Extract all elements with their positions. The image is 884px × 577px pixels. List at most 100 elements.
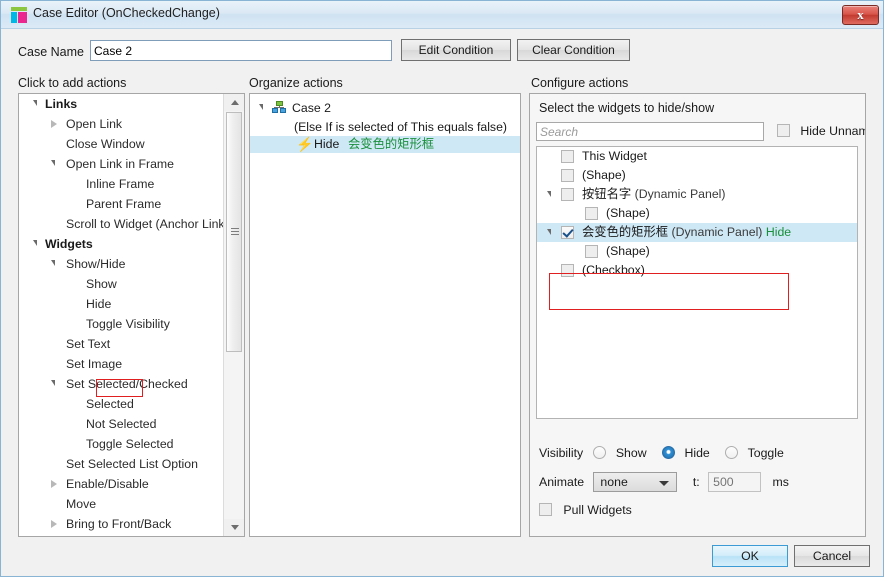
widget-row-label: (Shape) bbox=[606, 242, 650, 261]
widget-checkbox[interactable] bbox=[561, 188, 574, 201]
action-tree-item[interactable]: Widgets bbox=[19, 234, 223, 254]
clear-condition-button[interactable]: Clear Condition bbox=[517, 39, 630, 61]
organize-condition-text: (Else If is selected of This equals fals… bbox=[294, 120, 508, 134]
chevron-expanded-icon[interactable] bbox=[547, 191, 551, 197]
widget-tree-row[interactable]: (Checkbox) bbox=[537, 261, 857, 280]
widget-name: (Shape) bbox=[606, 244, 650, 258]
visibility-radio-hide[interactable] bbox=[662, 446, 676, 460]
duration-input[interactable] bbox=[708, 472, 762, 492]
visibility-radio-show[interactable] bbox=[593, 446, 607, 460]
actions-column-heading: Click to add actions bbox=[18, 76, 127, 90]
action-tree-item[interactable]: Enable/Disable bbox=[19, 474, 223, 494]
scroll-down-button[interactable] bbox=[224, 519, 244, 536]
widget-checkbox[interactable] bbox=[561, 226, 574, 239]
animate-label: Animate bbox=[539, 475, 585, 489]
widget-type: (Dynamic Panel) bbox=[634, 187, 726, 201]
sitemap-icon bbox=[272, 101, 286, 113]
widget-row-label: (Checkbox) bbox=[582, 261, 645, 280]
action-tree-item[interactable]: Not Selected bbox=[19, 414, 223, 434]
widget-tree-list[interactable]: This Widget (Shape) 按钮名字 (Dynamic Panel) (S… bbox=[536, 146, 858, 419]
action-tree-item[interactable]: Scroll to Widget (Anchor Link) bbox=[19, 214, 223, 234]
action-tree-item-label: Bring to Front/Back bbox=[66, 517, 172, 531]
widget-tree-row[interactable]: 按钮名字 (Dynamic Panel) bbox=[537, 185, 857, 204]
action-tree-item-label: Not Selected bbox=[86, 417, 157, 431]
scroll-up-button[interactable] bbox=[224, 94, 244, 111]
action-tree-item[interactable]: Inline Frame bbox=[19, 174, 223, 194]
widget-name: This Widget bbox=[582, 149, 647, 163]
chevron-expanded-icon[interactable] bbox=[33, 100, 37, 106]
action-tree-item[interactable]: Open Link bbox=[19, 114, 223, 134]
widget-type: (Dynamic Panel) bbox=[671, 225, 763, 239]
widget-checkbox[interactable] bbox=[585, 245, 598, 258]
case-name-label: Case Name bbox=[18, 45, 84, 59]
visibility-radio-toggle[interactable] bbox=[725, 446, 739, 460]
action-tree-item-label: Inline Frame bbox=[86, 177, 155, 191]
widget-tree-row[interactable]: (Shape) bbox=[537, 204, 857, 223]
visibility-option-hide-label: Hide bbox=[684, 445, 710, 460]
action-tree-scrollbar[interactable] bbox=[223, 94, 244, 536]
chevron-expanded-icon[interactable] bbox=[33, 240, 37, 246]
widget-row-label: 按钮名字 (Dynamic Panel) bbox=[582, 185, 726, 204]
action-tree-item[interactable]: Toggle Selected bbox=[19, 434, 223, 454]
pull-widgets-checkbox[interactable]: Pull Widgets bbox=[539, 502, 632, 517]
chevron-expanded-icon[interactable] bbox=[51, 160, 55, 166]
action-tree-item[interactable]: Set Selected List Option bbox=[19, 454, 223, 474]
ok-button[interactable]: OK bbox=[712, 545, 788, 567]
widget-tree-row[interactable]: (Shape) bbox=[537, 166, 857, 185]
action-tree-item[interactable]: Set Image bbox=[19, 354, 223, 374]
action-tree-item[interactable]: Close Window bbox=[19, 134, 223, 154]
case-name-input[interactable] bbox=[90, 40, 392, 61]
action-tree-item[interactable]: Open Link in Frame bbox=[19, 154, 223, 174]
action-tree-item[interactable]: Parent Frame bbox=[19, 194, 223, 214]
chevron-collapsed-icon[interactable] bbox=[51, 120, 57, 128]
action-tree-item[interactable]: Selected bbox=[19, 394, 223, 414]
hide-unnamed-checkbox-box[interactable] bbox=[777, 124, 790, 138]
chevron-expanded-icon[interactable] bbox=[51, 380, 55, 386]
action-tree-item[interactable]: Links bbox=[19, 94, 223, 114]
action-tree-item[interactable]: Set Selected/Checked bbox=[19, 374, 223, 394]
widget-tree-row[interactable]: (Shape) bbox=[537, 242, 857, 261]
widget-name: 按钮名字 bbox=[582, 187, 632, 201]
organize-action-row[interactable]: ⚡ Hide 会变色的矩形框 bbox=[250, 136, 520, 153]
action-tree-item[interactable]: Show bbox=[19, 274, 223, 294]
action-tree-item[interactable]: Set Text bbox=[19, 334, 223, 354]
chevron-expanded-icon[interactable] bbox=[51, 260, 55, 266]
chevron-collapsed-icon[interactable] bbox=[51, 520, 57, 528]
action-tree-item[interactable]: Hide bbox=[19, 294, 223, 314]
widget-checkbox[interactable] bbox=[561, 169, 574, 182]
action-tree-item[interactable]: Toggle Visibility bbox=[19, 314, 223, 334]
search-input[interactable] bbox=[536, 122, 764, 141]
cancel-button[interactable]: Cancel bbox=[794, 545, 870, 567]
window-title: Case Editor (OnCheckedChange) bbox=[33, 6, 220, 20]
widget-row-label: (Shape) bbox=[606, 204, 650, 223]
widget-checkbox[interactable] bbox=[561, 150, 574, 163]
widget-checkbox[interactable] bbox=[585, 207, 598, 220]
widget-tree-row[interactable]: This Widget bbox=[537, 147, 857, 166]
widget-name: (Checkbox) bbox=[582, 263, 645, 277]
chevron-collapsed-icon[interactable] bbox=[51, 480, 57, 488]
widget-name: (Shape) bbox=[606, 206, 650, 220]
pull-widgets-checkbox-box[interactable] bbox=[539, 503, 552, 517]
axure-logo-icon bbox=[11, 7, 27, 23]
action-tree[interactable]: Links Open Link Close Window Open Link in F… bbox=[19, 94, 223, 536]
action-tree-item[interactable]: Bring to Front/Back bbox=[19, 514, 223, 534]
scrollbar-thumb[interactable] bbox=[226, 112, 242, 352]
edit-condition-button[interactable]: Edit Condition bbox=[401, 39, 511, 61]
widget-action-tag: Hide bbox=[765, 225, 792, 239]
hide-unnamed-checkbox[interactable]: Hide Unnamed bbox=[770, 123, 865, 138]
organize-case-row[interactable]: Case 2 bbox=[250, 94, 520, 119]
visibility-label: Visibility bbox=[539, 445, 584, 460]
animate-select[interactable]: none bbox=[593, 472, 678, 492]
action-tree-item-label: Widgets bbox=[45, 237, 93, 251]
widget-checkbox[interactable] bbox=[561, 264, 574, 277]
action-tree-item[interactable]: Show/Hide bbox=[19, 254, 223, 274]
action-tree-item-label: Enable/Disable bbox=[66, 477, 149, 491]
action-tree-item-label: Parent Frame bbox=[86, 197, 162, 211]
duration-unit-label: ms bbox=[772, 475, 789, 489]
chevron-expanded-icon[interactable] bbox=[547, 229, 551, 235]
widget-tree-row[interactable]: 会变色的矩形框 (Dynamic Panel) Hide bbox=[537, 223, 857, 242]
action-tree-item[interactable]: Move bbox=[19, 494, 223, 514]
close-button[interactable]: x bbox=[842, 5, 879, 25]
visibility-row: Visibility Show Hide Toggle bbox=[539, 445, 796, 460]
action-tree-item[interactable]: Focus bbox=[19, 534, 223, 536]
